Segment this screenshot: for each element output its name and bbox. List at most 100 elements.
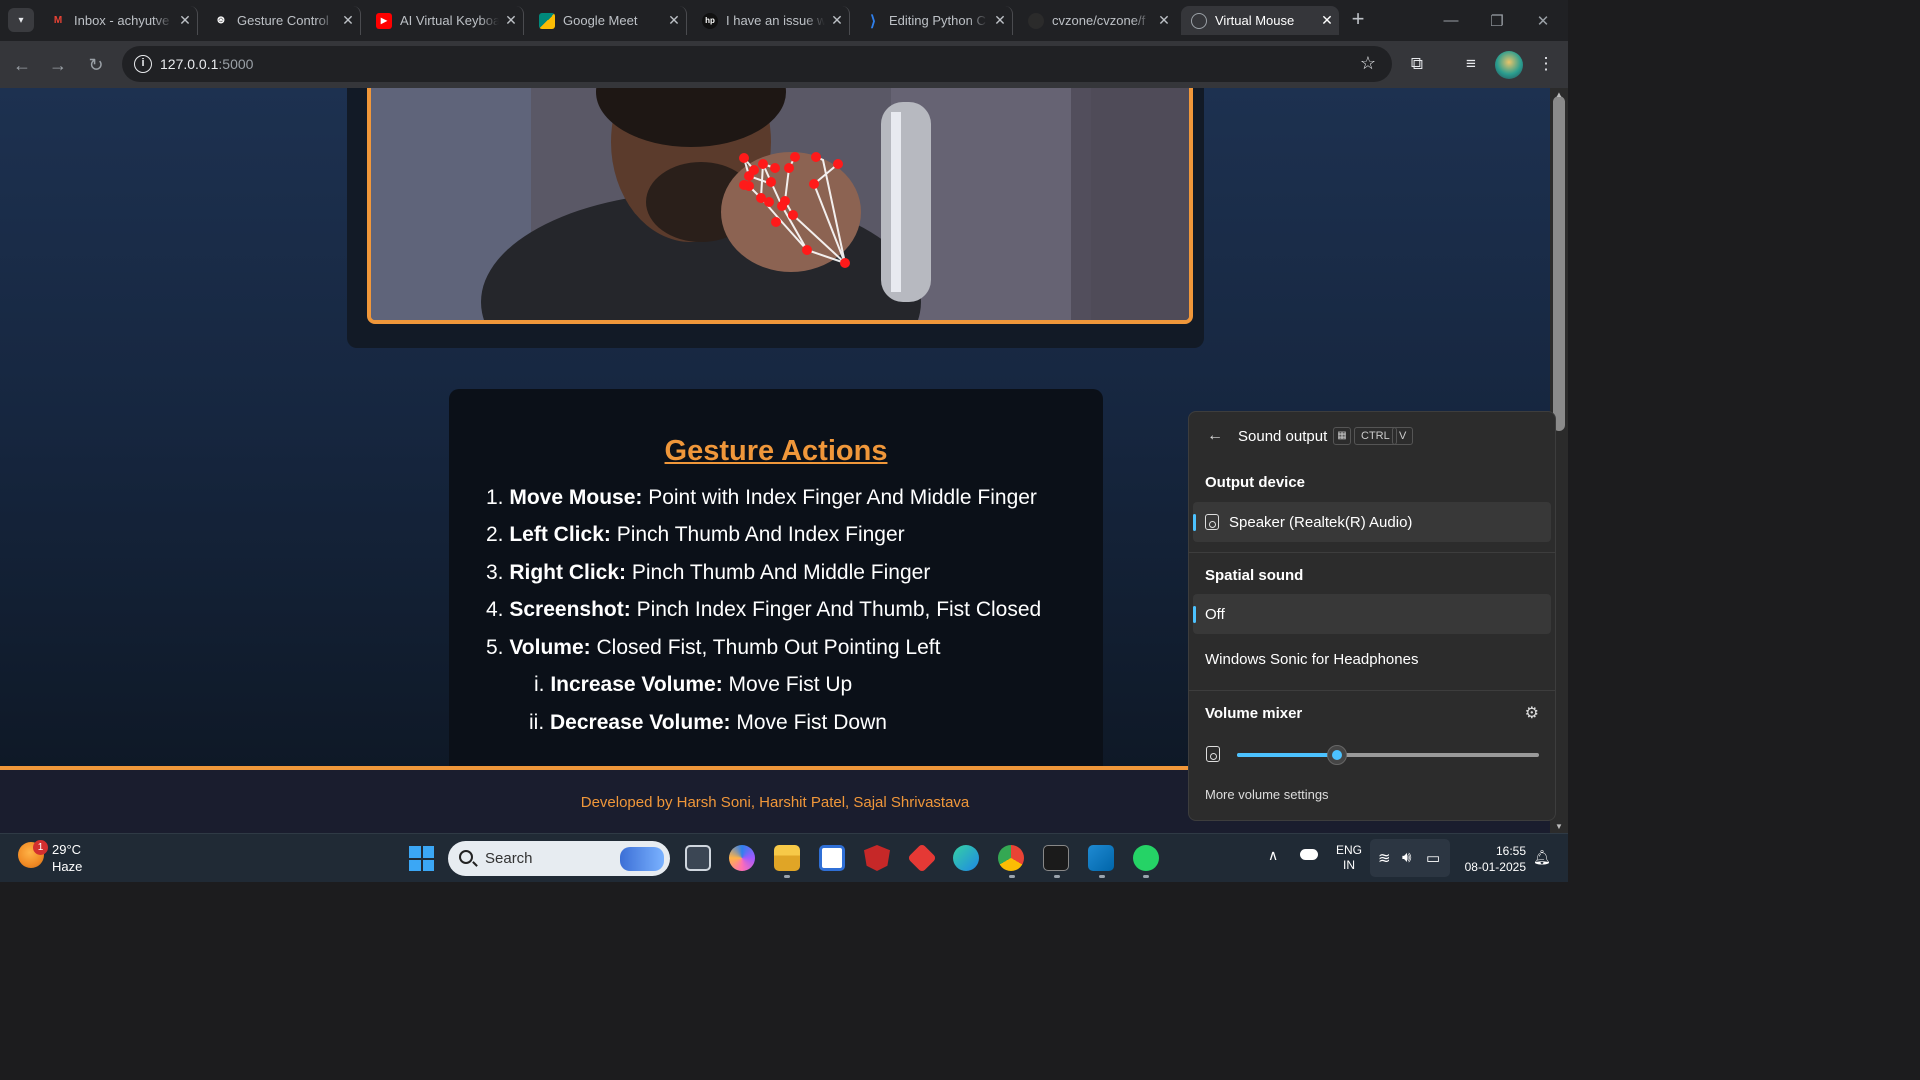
tab-title: Google Meet [563,13,638,28]
volume-icon: 🔊︎ [1402,849,1412,866]
close-tab-icon[interactable]: ✕ [336,12,360,29]
bookmark-star-icon[interactable]: ☆ [1360,53,1376,74]
forward-arrow-icon[interactable]: → [46,53,70,77]
task-view-icon[interactable] [685,845,711,871]
item-number: 5. [486,636,504,659]
edge-icon[interactable] [953,845,979,871]
close-tab-icon[interactable]: ✕ [1152,12,1176,29]
show-hidden-icons-chevron-icon[interactable]: ∧ [1268,847,1278,864]
reload-icon[interactable]: ↻ [84,53,108,77]
tab-gesture-control[interactable]: ⊛ Gesture Control ✕ [203,6,361,35]
item-description: Move Fist Up [722,673,853,696]
onedrive-cloud-icon[interactable] [1300,849,1318,860]
tab-editing-python[interactable]: ⟩ Editing Python C ✕ [855,6,1013,35]
close-window-icon[interactable]: ✕ [1520,0,1566,41]
windows-key-icon: ▦ [1333,427,1351,445]
tab-cvzone[interactable]: cvzone/cvzone/f ✕ [1018,6,1176,35]
close-tab-icon[interactable]: ✕ [173,12,197,29]
tab-title: Gesture Control [237,13,329,28]
scroll-up-arrow-icon[interactable]: ▲ [1555,90,1563,99]
system-clock[interactable]: 16:55 08-01-2025 [1456,843,1526,875]
tab-search-icon[interactable]: ▾ [8,8,34,32]
tab-title: Inbox - achyutve [74,13,170,28]
microsoft-store-icon[interactable] [819,845,845,871]
output-device-speaker[interactable]: Speaker (Realtek(R) Audio) [1193,502,1551,542]
windows-start-icon[interactable] [409,846,434,871]
address-bar[interactable]: i 127.0.0.1:5000 ☆ [122,46,1392,82]
extensions-puzzle-icon[interactable]: ⧉ [1406,54,1428,74]
volume-slider[interactable] [1237,745,1539,765]
weather-temperature[interactable]: 29°C [52,842,81,857]
battery-icon: ▭ [1426,850,1441,867]
quick-settings-button[interactable]: ≋ 🔊︎ ▭ [1370,839,1450,877]
gesture-item-screenshot: 4. Screenshot: Pinch Index Finger And Th… [486,598,1041,622]
scrollbar-thumb[interactable] [1553,96,1565,431]
running-indicator [1099,875,1105,878]
tab-title: I have an issue w [726,13,825,28]
speaker-icon [1206,746,1220,762]
mcafee-icon[interactable] [864,845,890,871]
item-number: 4. [486,598,504,621]
gesture-subitem-increase-volume: i. Increase Volume: Move Fist Up [534,673,852,697]
terminal-icon[interactable] [1043,845,1069,871]
close-tab-icon[interactable]: ✕ [825,12,849,29]
close-tab-icon[interactable]: ✕ [988,12,1012,29]
volume-slider-knob[interactable] [1326,745,1347,765]
url-text[interactable]: 127.0.0.1:5000 [160,56,253,72]
input-language-indicator[interactable]: ENG IN [1336,843,1362,873]
gear-icon[interactable]: ⚙ [1525,703,1539,723]
vscode-icon[interactable] [1088,845,1114,871]
item-action: Increase Volume: [550,673,723,696]
tab-ai-virtual-keyboard[interactable]: ▶ AI Virtual Keyboa ✕ [366,6,524,35]
tab-google-meet[interactable]: Google Meet ✕ [529,6,687,35]
more-volume-settings-link[interactable]: More volume settings [1205,787,1329,802]
weather-badge: 1 [33,840,48,855]
weather-condition[interactable]: Haze [52,859,82,874]
scroll-down-arrow-icon[interactable]: ▼ [1555,822,1563,831]
site-info-icon[interactable]: i [134,55,152,73]
more-menu-icon[interactable]: ⋮ [1535,54,1557,74]
item-number: ii. [529,711,545,734]
file-explorer-icon[interactable] [774,845,800,871]
spatial-option-label: Off [1205,605,1225,623]
item-number: 3. [486,561,504,584]
back-arrow-icon[interactable]: ← [1207,427,1223,445]
item-action: Volume: [509,636,591,659]
tab-hp-issue[interactable]: hp I have an issue w ✕ [692,6,850,35]
whatsapp-icon[interactable] [1133,845,1159,871]
copilot-icon[interactable] [729,845,755,871]
new-tab-plus-icon[interactable]: + [1346,8,1370,32]
restore-icon[interactable]: ❐ [1474,0,1520,41]
language-code: ENG [1336,843,1363,857]
anydesk-icon[interactable] [907,843,937,873]
profile-avatar[interactable] [1495,51,1523,79]
chrome-icon[interactable] [998,845,1024,871]
hp-icon: hp [702,12,718,29]
sound-output-flyout: ← Sound output ▦ CTRL V Output device Sp… [1188,411,1556,821]
minimize-icon[interactable]: — [1428,0,1474,41]
item-description: Point with Index Finger And Middle Finge… [642,486,1037,509]
spatial-option-windows-sonic[interactable]: Windows Sonic for Headphones [1193,639,1551,679]
gesture-subitem-decrease-volume: ii. Decrease Volume: Move Fist Down [529,711,887,735]
divider [1189,690,1555,691]
media-controls-icon[interactable]: ≡ [1460,54,1482,74]
spatial-option-off[interactable]: Off [1193,594,1551,634]
item-action: Move Mouse: [509,486,643,509]
running-indicator [1009,875,1015,878]
tab-title: Virtual Mouse [1215,13,1295,28]
item-number: i. [534,673,545,696]
item-description: Closed Fist, Thumb Out Pointing Left [590,636,941,659]
taskbar-search-box[interactable]: Search [448,841,670,876]
close-tab-icon[interactable]: ✕ [1315,12,1339,29]
gesture-item-right-click: 3. Right Click: Pinch Thumb And Middle F… [486,561,930,585]
close-tab-icon[interactable]: ✕ [662,12,686,29]
tab-virtual-mouse[interactable]: Virtual Mouse ✕ [1181,6,1339,35]
item-description: Pinch Thumb And Index Finger [610,523,905,546]
notification-bell-icon[interactable]: 🔔︎ [1533,849,1551,866]
close-tab-icon[interactable]: ✕ [499,12,523,29]
item-action: Left Click: [509,523,611,546]
tab-inbox[interactable]: M Inbox - achyutve ✕ [40,6,198,35]
item-number: 1. [486,486,504,509]
item-description: Pinch Index Finger And Thumb, Fist Close… [630,598,1042,621]
back-arrow-icon[interactable]: ← [10,53,34,77]
